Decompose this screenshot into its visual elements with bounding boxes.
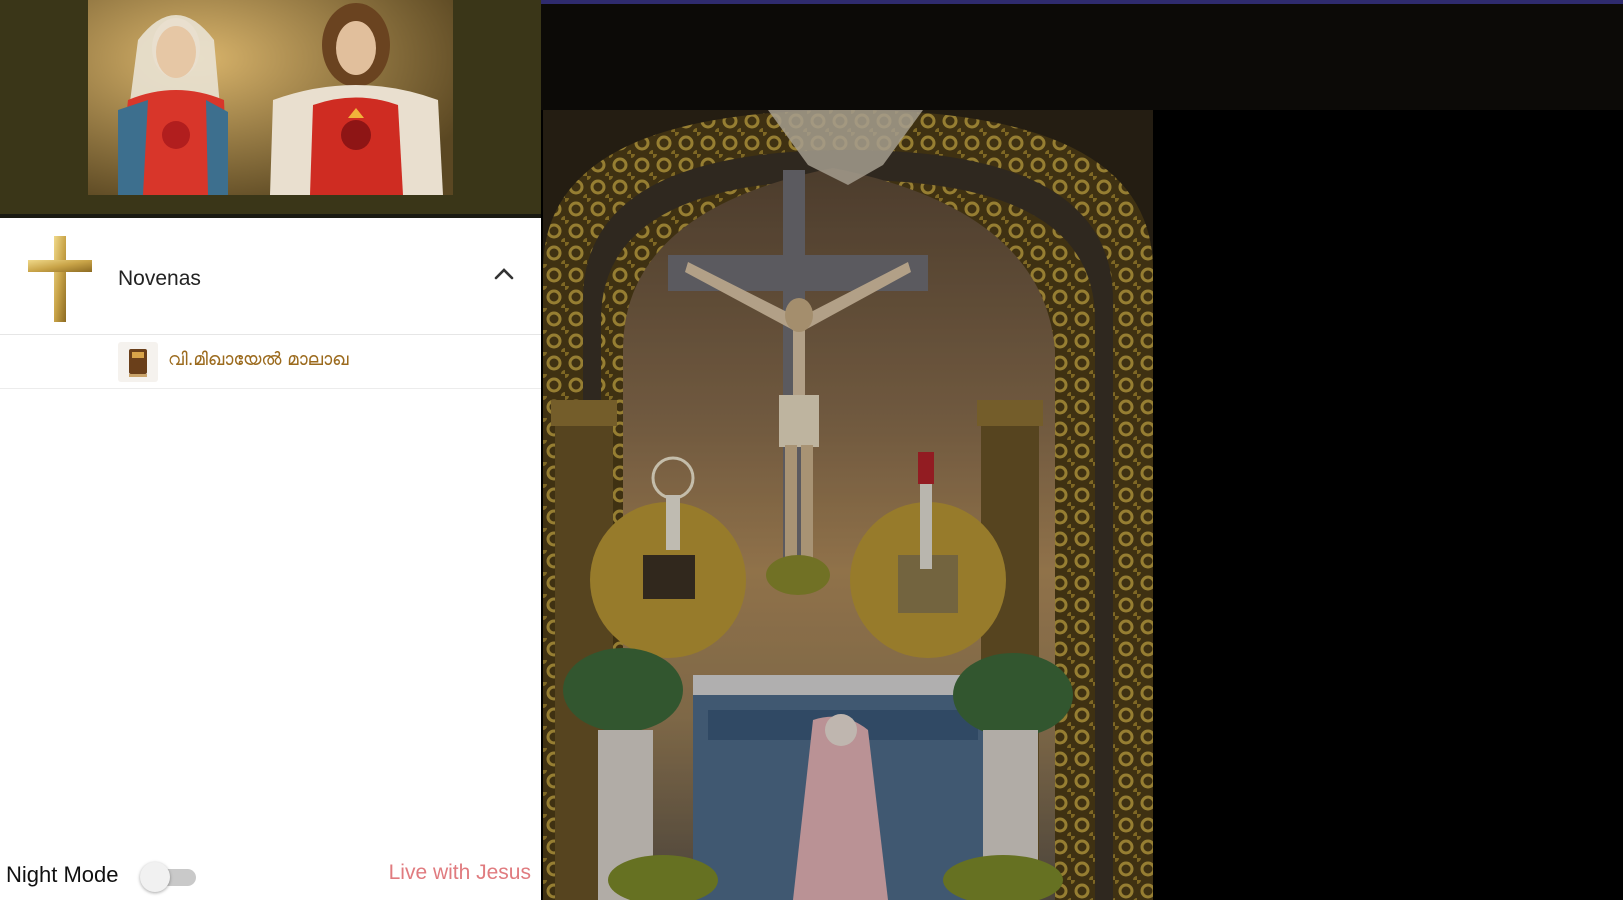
sacred-hearts-image <box>88 0 453 195</box>
submenu-item-label: വി.മിഖായേൽ മാലാഖ <box>168 349 349 370</box>
night-mode-label: Night Mode <box>6 862 119 887</box>
navigation-drawer: Novenas വി.മിഖായേൽ മാലാഖ Night Mode Live… <box>0 0 541 900</box>
submenu-item-michael[interactable]: വി.മിഖായേൽ മാലാഖ <box>0 336 541 389</box>
altar-image <box>543 110 1153 900</box>
cross-icon <box>28 236 92 322</box>
menu-group-label: Novenas <box>118 267 201 290</box>
night-mode-toggle[interactable] <box>140 862 198 892</box>
toggle-thumb <box>140 862 170 892</box>
menu-group-novenas[interactable]: Novenas <box>0 220 541 335</box>
live-with-jesus-link[interactable]: Live with Jesus <box>389 861 531 885</box>
drawer-footer: Night Mode Live with Jesus <box>0 850 541 900</box>
book-icon <box>118 342 158 382</box>
chevron-up-icon[interactable] <box>490 260 518 288</box>
app-bar <box>541 4 1623 110</box>
drawer-header <box>0 0 541 218</box>
header-divider <box>0 214 541 218</box>
